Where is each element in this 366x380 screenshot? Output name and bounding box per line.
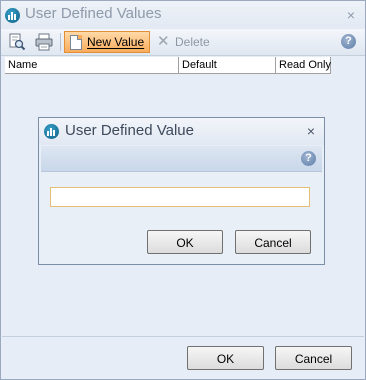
dialog-toolbar: ? bbox=[41, 146, 322, 172]
toolbar-separator bbox=[60, 33, 61, 51]
help-icon[interactable]: ? bbox=[341, 34, 356, 49]
dialog-title-bar: User Defined Value × bbox=[39, 118, 324, 145]
dialog-ok-button[interactable]: OK bbox=[147, 230, 223, 254]
dialog-help-icon[interactable]: ? bbox=[301, 151, 316, 166]
delete-label: Delete bbox=[175, 35, 210, 49]
dialog-title: User Defined Value bbox=[65, 122, 194, 139]
main-toolbar: New Value ✕ Delete ? bbox=[1, 29, 365, 56]
dialog-app-chart-icon bbox=[44, 124, 59, 139]
dialog-cancel-button[interactable]: Cancel bbox=[235, 230, 311, 254]
app-chart-icon bbox=[5, 8, 20, 23]
printer-icon bbox=[35, 33, 53, 51]
main-title-bar: User Defined Values × bbox=[1, 1, 365, 29]
bottom-separator bbox=[2, 336, 364, 337]
delete-x-icon: ✕ bbox=[157, 33, 170, 50]
delete-button[interactable]: ✕ Delete bbox=[155, 31, 215, 53]
new-value-button[interactable]: New Value bbox=[64, 31, 150, 53]
print-button[interactable] bbox=[33, 31, 55, 53]
new-value-label: New Value bbox=[87, 35, 145, 49]
print-preview-icon bbox=[9, 33, 26, 51]
print-preview-button[interactable] bbox=[6, 31, 28, 53]
column-header-default[interactable]: Default bbox=[179, 57, 276, 73]
dialog-close-icon[interactable]: × bbox=[307, 124, 315, 138]
main-window-title: User Defined Values bbox=[25, 5, 162, 22]
column-header-read-only[interactable]: Read Only bbox=[276, 57, 331, 73]
value-name-input[interactable] bbox=[50, 187, 310, 207]
main-close-icon[interactable]: × bbox=[347, 8, 355, 22]
cancel-button[interactable]: Cancel bbox=[275, 346, 352, 370]
user-defined-value-dialog: User Defined Value × ? OK Cancel bbox=[38, 117, 325, 265]
new-document-icon bbox=[70, 35, 82, 50]
column-header-name[interactable]: Name bbox=[5, 57, 179, 73]
grid-header: Name Default Read Only bbox=[5, 57, 331, 74]
ok-button[interactable]: OK bbox=[187, 346, 264, 370]
